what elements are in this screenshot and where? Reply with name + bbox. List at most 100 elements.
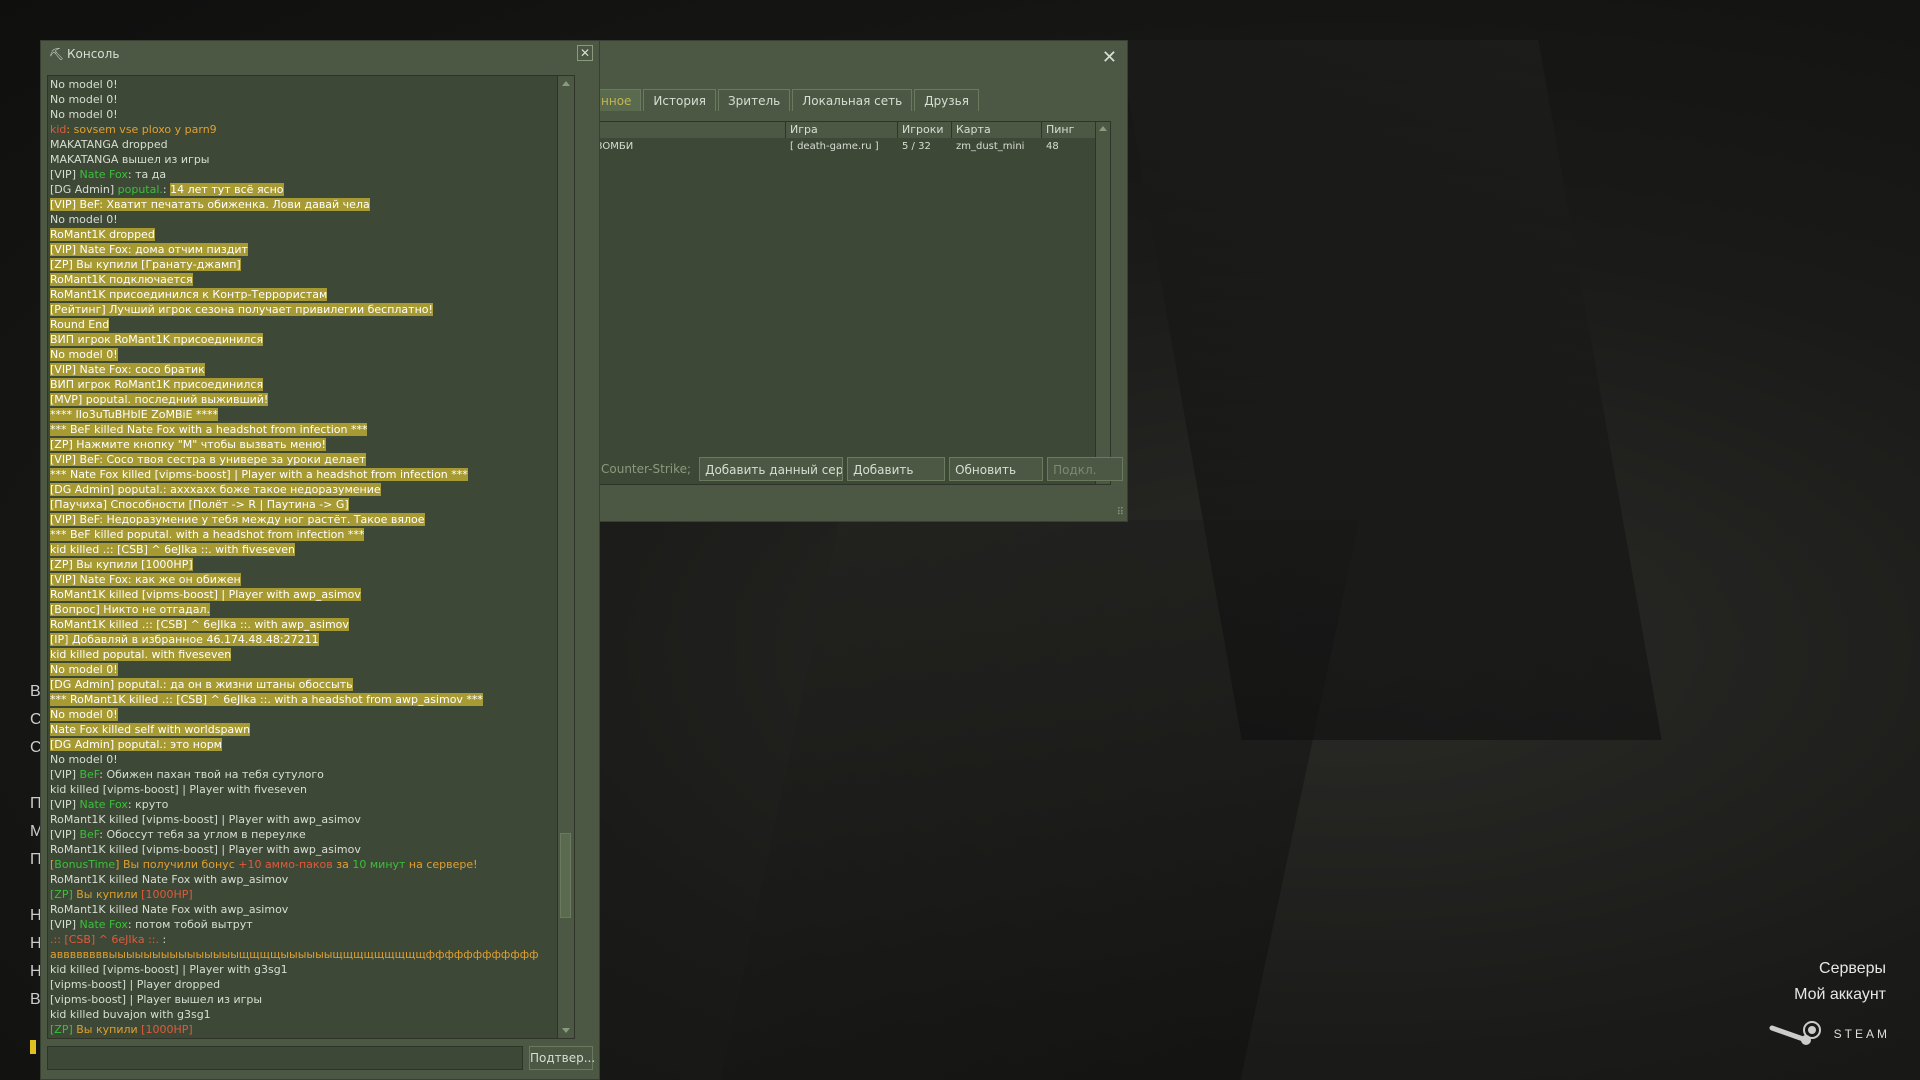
console-line: RoMant1K killed .:: [CSB] ^ 6eJIka ::. w… bbox=[50, 617, 556, 632]
console-line: No model 0! bbox=[50, 92, 556, 107]
scroll-down-icon[interactable] bbox=[562, 1028, 570, 1033]
console-line-text: [Паучиха] Способности [Полёт -> R | Паут… bbox=[50, 498, 349, 511]
console-line: [DG Admin] poputal.: ахххахх боже такое … bbox=[50, 482, 556, 497]
server-ping: 48 bbox=[1046, 141, 1059, 152]
console-line-text: [DG Admin] poputal.: да он в жизни штаны… bbox=[50, 678, 353, 691]
console-line-text: [vipms-boost] | Player вышел из игры bbox=[50, 993, 262, 1006]
steam-label: STEAM bbox=[1833, 1027, 1890, 1041]
tab-spectate[interactable]: Зритель bbox=[717, 89, 791, 111]
console-line-segment: [VIP] Nate Fox: как же он обижен bbox=[50, 573, 241, 586]
console-line-segment: kid bbox=[50, 123, 67, 136]
console-line-segment: RoMant1K killed [vipms-boost] | Player w… bbox=[50, 843, 361, 856]
console-line-segment: : sovsem vse ploxo y parn9 bbox=[66, 123, 217, 136]
console-line-text: No model 0! bbox=[50, 708, 118, 721]
console-line-text: kid killed [vipms-boost] | Player with f… bbox=[50, 783, 307, 796]
console-line: RoMant1K dropped bbox=[50, 227, 556, 242]
console-line: [VIP] BeF: Обоссут тебя за углом в переу… bbox=[50, 827, 556, 842]
console-line: [ZP] Нажмите кнопку "M" чтобы вызвать ме… bbox=[50, 437, 556, 452]
console-line-segment: [VIP] Nate Fox: coco братик bbox=[50, 363, 205, 376]
steam-logo: STEAM bbox=[1766, 1020, 1890, 1048]
tab-history[interactable]: История bbox=[643, 89, 716, 111]
console-line-text: [VIP] Nate Fox: та да bbox=[50, 168, 166, 181]
console-line: No model 0! bbox=[50, 107, 556, 122]
window-title: Консоль bbox=[67, 47, 120, 61]
console-line-segment: [1000HP] bbox=[141, 888, 193, 901]
add-current-server-button[interactable]: Добавить данный серве bbox=[699, 457, 844, 481]
server-browser-window[interactable]: ✕ нное История Зритель Локальная сеть Др… bbox=[590, 40, 1128, 522]
console-log[interactable]: No model 0! No model 0! No model 0! kid: so… bbox=[47, 75, 575, 1039]
console-line: *** BeF killed poputal. with a headshot … bbox=[50, 527, 556, 542]
tab-lan[interactable]: Локальная сеть bbox=[792, 89, 913, 111]
console-line-text: kid killed buvajon with g3sg1 bbox=[50, 1008, 211, 1021]
console-line-segment: BeF bbox=[79, 768, 100, 781]
add-server-button[interactable]: Добавить bbox=[847, 457, 946, 481]
console-line: kid killed poputal. with fiveseven bbox=[50, 647, 556, 662]
console-line-text: [BonusTime] Вы получили бонус +10 аммо-п… bbox=[50, 858, 478, 871]
main-menu-right: Серверы Мой аккаунт bbox=[1794, 960, 1886, 1012]
console-line-segment: : Обоссут тебя за углом в переулке bbox=[99, 828, 306, 841]
console-titlebar[interactable]: ⛏ Консоль ✕ bbox=[41, 41, 599, 67]
console-line-text: [VIP] BeF: Обоссут тебя за углом в переу… bbox=[50, 828, 306, 841]
scroll-up-icon[interactable] bbox=[562, 81, 570, 86]
console-line-segment: Round End bbox=[50, 318, 110, 331]
console-line-text: [VIP] Nate Fox: потом тобой вытрут bbox=[50, 918, 253, 931]
console-line-text: [DG Admin] poputal.: 14 лет тут всё ясно bbox=[50, 183, 284, 196]
console-scrollbar[interactable] bbox=[557, 76, 574, 1038]
my-account-link[interactable]: Мой аккаунт bbox=[1794, 986, 1886, 1004]
console-line: [DG Admin] poputal.: да он в жизни штаны… bbox=[50, 677, 556, 692]
console-line-text: kid: sovsem vse ploxo y parn9 bbox=[50, 123, 217, 136]
column-players[interactable]: Игроки bbox=[898, 122, 952, 138]
console-line: [vipms-boost] | Player вышел из игры bbox=[50, 992, 556, 1007]
console-line: [VIP] BeF: Недоразумение у тебя между но… bbox=[50, 512, 556, 527]
console-line-text: **** IIo3uTuBHbIE ZoMBiE **** bbox=[50, 408, 219, 421]
console-line-segment: [VIP] Nate Fox: дома отчим пиздит bbox=[50, 243, 248, 256]
console-line-text: No model 0! bbox=[50, 78, 118, 91]
console-line-text: RoMant1K killed Nate Fox with awp_asimov bbox=[50, 903, 288, 916]
console-line-text: [VIP] BeF: Coco твоя сестра в универе за… bbox=[50, 453, 366, 466]
console-line-segment: ] Вы получили бонус bbox=[115, 858, 239, 871]
console-line: MAKATANGA вышел из игры bbox=[50, 152, 556, 167]
console-line-segment: [MVP] poputal. последний выживший! bbox=[50, 393, 269, 406]
column-game[interactable]: Игра bbox=[786, 122, 898, 138]
resize-grip-icon[interactable]: ⠿ bbox=[1117, 507, 1124, 518]
console-line-segment: MAKATANGA dropped bbox=[50, 138, 168, 151]
close-icon[interactable]: ✕ bbox=[1102, 47, 1117, 68]
console-window[interactable]: ⛏ Консоль ✕ No model 0! No model 0! No mod… bbox=[40, 40, 600, 1080]
table-row[interactable]: ЗОМБИ [ death-game.ru ] 5 / 32 zm_dust_m… bbox=[592, 138, 1110, 156]
column-ping[interactable]: Пинг bbox=[1042, 122, 1098, 138]
scroll-thumb[interactable] bbox=[560, 833, 571, 918]
console-line: [VIP] Nate Fox: потом тобой вытрут bbox=[50, 917, 556, 932]
console-line-segment: RoMant1K подключается bbox=[50, 273, 193, 286]
console-line-segment: 14 лет тут всё ясно bbox=[170, 183, 284, 196]
server-list[interactable]: Игра Игроки Карта Пинг ЗОМБИ [ death-gam… bbox=[591, 121, 1111, 485]
scroll-up-icon[interactable] bbox=[1099, 126, 1107, 131]
column-name[interactable] bbox=[592, 122, 786, 138]
console-line-segment: [VIP] bbox=[50, 168, 80, 181]
console-line: No model 0! bbox=[50, 347, 556, 362]
server-list-scrollbar[interactable] bbox=[1095, 122, 1110, 484]
console-line-segment: [VIP] BeF: Хватит печатать обиженка. Лов… bbox=[50, 198, 370, 211]
console-line-text: No model 0! bbox=[50, 213, 118, 226]
console-command-input[interactable] bbox=[47, 1046, 523, 1070]
column-map[interactable]: Карта bbox=[952, 122, 1042, 138]
refresh-button[interactable]: Обновить bbox=[949, 457, 1044, 481]
console-line: [Паучиха] Способности [Полёт -> R | Паут… bbox=[50, 497, 556, 512]
console-line: [ZP] Вы купили [1000HP] bbox=[50, 887, 556, 902]
console-line-segment: [1000HP] bbox=[141, 1023, 193, 1036]
console-line-segment: No model 0! bbox=[50, 213, 118, 226]
console-line: аввввввввыыыыыыыыыыыыыыыщщщщыыыыыыщщщщщщ… bbox=[50, 947, 556, 962]
close-icon[interactable]: ✕ bbox=[577, 45, 593, 61]
console-line-text: *** Nate Fox killed [vipms-boost] | Play… bbox=[50, 468, 468, 481]
console-line-text: MAKATANGA вышел из игры bbox=[50, 153, 210, 166]
console-line-segment: RoMant1K killed .:: [CSB] ^ 6eJIka ::. w… bbox=[50, 618, 349, 631]
tab-friends[interactable]: Друзья bbox=[914, 89, 979, 111]
submit-button[interactable]: Подтвер... bbox=[529, 1046, 595, 1070]
console-line-text: kid killed [vipms-boost] | Player with g… bbox=[50, 963, 288, 976]
console-line-text: RoMant1K killed [vipms-boost] | Player w… bbox=[50, 843, 361, 856]
connect-button[interactable]: Подкл. bbox=[1047, 457, 1124, 481]
console-line-text: [Вопрос] Никто не отгадал. bbox=[50, 603, 210, 616]
servers-link[interactable]: Серверы bbox=[1794, 960, 1886, 978]
console-line: [VIP] Nate Fox: дома отчим пиздит bbox=[50, 242, 556, 257]
console-line-segment: [DG Admin] poputal.: ахххахх боже такое … bbox=[50, 483, 381, 496]
console-line: *** Nate Fox killed [vipms-boost] | Play… bbox=[50, 467, 556, 482]
